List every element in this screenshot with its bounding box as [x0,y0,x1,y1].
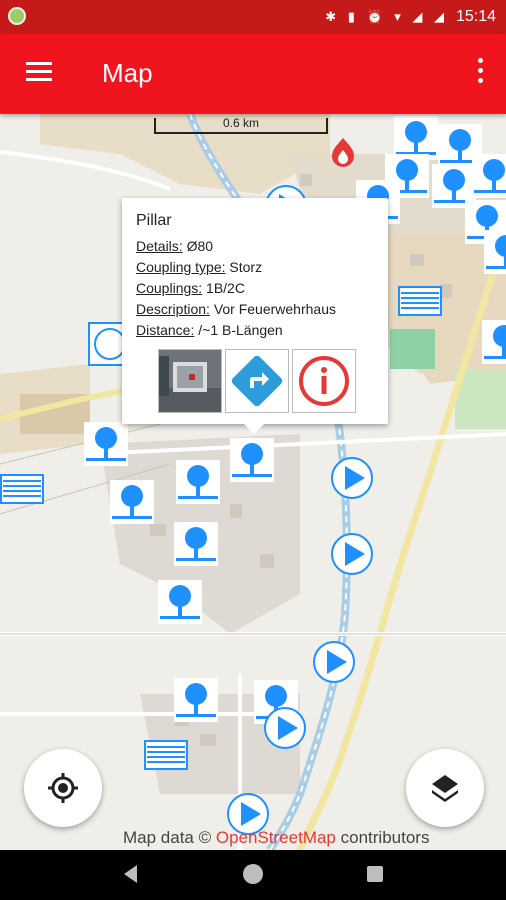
pillar-hydrant-icon[interactable] [174,522,218,571]
status-bar: ✱ ▮ ⏰ ▾ ◢ ◢ 15:14 [0,0,506,34]
water-source-arrow-icon[interactable] [330,532,374,581]
pillar-hydrant-icon[interactable] [158,580,202,629]
navigation-bar [0,850,506,900]
map-view[interactable]: 0.6 km Pillar Details: Ø80 Coupling type… [0,114,506,850]
popup-row-distance: Distance: /~1 B-Längen [136,322,283,338]
row-value: /~1 B-Längen [198,322,283,338]
pillar-hydrant-icon[interactable] [230,438,274,487]
row-value: 1B/2C [206,280,245,296]
pillar-hydrant-icon[interactable] [110,480,154,529]
attribution-prefix: Map data © [123,828,212,847]
popup-row-description: Description: Vor Feuerwehrhaus [136,301,336,317]
fire-station-icon[interactable] [330,136,356,173]
more-icon[interactable] [476,58,484,90]
my-location-icon [48,773,78,803]
recents-icon[interactable] [367,866,383,882]
popup-title: Pillar [136,212,172,229]
osm-link[interactable]: OpenStreetMap [216,828,336,847]
map-attribution: Map data © OpenStreetMap contributors [123,828,429,848]
pillar-hydrant-icon[interactable] [484,230,506,279]
scale-label: 0.6 km [222,116,259,130]
scale-bar: 0.6 km [154,116,328,134]
photo-button[interactable] [158,349,222,413]
water-tank-icon[interactable] [144,740,188,775]
hydrant-photo [159,350,221,412]
water-source-arrow-icon[interactable] [312,640,356,689]
water-source-arrow-icon[interactable] [330,456,374,505]
hydrant-info-popup: Pillar Details: Ø80 Coupling type: Storz… [122,198,388,434]
directions-button[interactable] [225,349,289,413]
row-key: Description: [136,301,210,317]
my-location-button[interactable] [24,749,102,827]
row-key: Distance: [136,322,195,338]
pillar-hydrant-icon[interactable] [174,678,218,727]
water-tank-icon[interactable] [0,474,44,509]
page-title: Map [102,58,153,88]
clock: 15:14 [455,8,496,25]
water-source-arrow-icon[interactable] [263,706,307,755]
home-icon[interactable] [243,864,263,884]
pillar-hydrant-icon[interactable] [472,154,506,203]
app-bar: Map [0,34,506,114]
attribution-suffix: contributors [340,828,430,847]
info-button[interactable] [292,349,356,413]
row-value: Storz [229,259,263,275]
pillar-hydrant-icon[interactable] [176,460,220,509]
row-key: Coupling type: [136,259,226,275]
info-icon [299,356,349,406]
pillar-hydrant-icon[interactable] [84,422,128,471]
water-tank-icon[interactable] [398,286,442,321]
row-value: Ø80 [186,238,214,254]
popup-actions [158,349,356,415]
popup-row-details: Details: Ø80 [136,238,213,254]
back-icon[interactable] [124,865,137,883]
layers-icon [432,775,458,802]
row-key: Couplings: [136,280,203,296]
notification-icon [8,7,26,25]
menu-icon[interactable] [26,62,52,82]
popup-row-couplings: Couplings: 1B/2C [136,280,245,296]
pillar-hydrant-icon[interactable] [482,320,506,369]
popup-row-coupling-type: Coupling type: Storz [136,259,262,275]
system-icons: ✱ ▮ ⏰ ▾ ◢ ◢ [325,9,448,24]
layers-button[interactable] [406,749,484,827]
direction-icon [231,355,283,407]
row-value: Vor Feuerwehrhaus [213,301,336,317]
row-key: Details: [136,238,183,254]
